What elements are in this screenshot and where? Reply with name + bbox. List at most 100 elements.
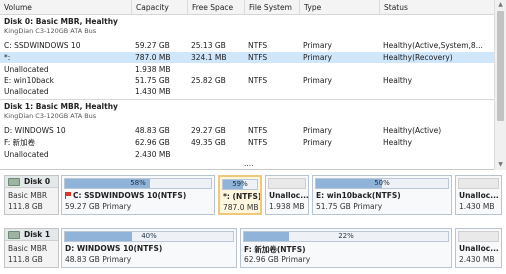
partition-d[interactable]: 40% D: WINDOWS 10(NTFS) 48.83 GB Primary — [61, 228, 237, 268]
free-space-cell: 29.27 GB — [191, 126, 226, 135]
file-system-cell: NTFS — [248, 41, 268, 50]
usage-bar — [458, 178, 499, 189]
column-header-volume[interactable]: Volume — [0, 0, 132, 15]
table-header: Volume Capacity Free Space File System T… — [0, 0, 494, 15]
partition-c[interactable]: 58% C: SSDWINDOWS 10(NTFS) 59.27 GB Prim… — [61, 175, 215, 215]
more-indicator: .... — [244, 159, 254, 168]
free-space-cell: 25.13 GB — [191, 41, 226, 50]
usage-percent: 59% — [232, 180, 248, 188]
partition-name: Unalloc... — [459, 191, 499, 200]
disk0-header-top: Disk 0 — [5, 176, 58, 188]
table-row-selected[interactable]: *: 787.0 MB 324.1 MB NTFS Primary Health… — [0, 52, 494, 63]
type-cell: Primary — [303, 126, 332, 135]
free-space-cell: 25.82 GB — [191, 76, 226, 85]
type-cell: Primary — [303, 53, 332, 62]
disk1-header-block[interactable]: Disk 1 Basic MBR 111.8 GB — [4, 228, 59, 268]
disk1-style: Basic MBR — [8, 244, 48, 253]
disk0-title[interactable]: Disk 0: Basic MBR, Healthy — [4, 17, 118, 26]
scrollbar-thumb[interactable] — [497, 11, 504, 121]
table-row[interactable]: D: WINDOWS 10 48.83 GB 29.27 GB NTFS Pri… — [0, 125, 494, 136]
partition-info: 787.0 MB — [223, 203, 259, 212]
table-row[interactable]: Unallocated 1.430 MB — [0, 86, 494, 97]
usage-bar: 59% — [222, 179, 258, 190]
table-row[interactable]: Unallocated 1.938 MB — [0, 64, 494, 75]
usage-percent: 58% — [130, 179, 146, 187]
usage-bar: 50% — [315, 178, 449, 189]
partition-label: C: SSDWINDOWS 10(NTFS) — [73, 191, 187, 200]
volume-cell: E: win10back — [4, 76, 54, 85]
disk1-header-top: Disk 1 — [5, 229, 58, 241]
disk1-title[interactable]: Disk 1: Basic MBR, Healthy — [4, 102, 118, 111]
disk1-map-row: Disk 1 Basic MBR 111.8 GB 40% D: WINDOWS… — [2, 226, 504, 270]
disk-icon — [8, 231, 20, 239]
scroll-down-icon[interactable]: ▼ — [495, 160, 506, 170]
volume-cell: C: SSDWINDOWS 10 — [4, 41, 81, 50]
partition-f[interactable]: 22% F: 新加卷(NTFS) 62.96 GB Primary — [240, 228, 452, 268]
volume-cell: *: — [4, 53, 11, 62]
disk0-subtitle: KingDian C3-120GB ATA Bus — [4, 27, 97, 35]
partition-unallocated[interactable]: Unalloc... 2.430 MB — [455, 228, 502, 268]
scroll-up-icon[interactable]: ▲ — [495, 0, 506, 10]
column-header-capacity[interactable]: Capacity — [132, 0, 188, 15]
partition-name: D: WINDOWS 10(NTFS) — [65, 244, 163, 253]
column-header-type[interactable]: Type — [300, 0, 380, 15]
capacity-cell: 62.96 GB — [135, 138, 170, 147]
partition-unallocated[interactable]: Unalloc... 1.938 MB — [265, 175, 309, 215]
table-row[interactable]: F: 新加卷 62.96 GB 49.35 GB NTFS Primary He… — [0, 137, 494, 148]
usage-bar: 58% — [64, 178, 212, 189]
status-cell: Healthy — [383, 76, 413, 85]
volume-cell: Unallocated — [4, 150, 49, 159]
type-cell: Primary — [303, 76, 332, 85]
usage-bar: 22% — [243, 231, 449, 242]
disk0-size: 111.8 GB — [8, 202, 43, 211]
table-row[interactable]: C: SSDWINDOWS 10 59.27 GB 25.13 GB NTFS … — [0, 40, 494, 51]
capacity-cell: 1.430 MB — [135, 87, 171, 96]
status-cell: Healthy(Active) — [383, 126, 442, 135]
file-system-cell: NTFS — [248, 53, 268, 62]
vertical-scrollbar[interactable]: ▲ ▼ — [494, 0, 506, 170]
partition-recovery-selected[interactable]: 59% *: (NTFS) 787.0 MB — [218, 175, 262, 215]
partition-info: 51.75 GB Primary — [316, 202, 383, 211]
disk1-size: 111.8 GB — [8, 255, 43, 264]
volume-cell: Unallocated — [4, 65, 49, 74]
partition-unallocated[interactable]: Unalloc... 1.430 MB — [455, 175, 502, 215]
capacity-cell: 51.75 GB — [135, 76, 170, 85]
usage-percent: 50% — [374, 179, 390, 187]
file-system-cell: NTFS — [248, 138, 268, 147]
free-space-cell: 49.35 GB — [191, 138, 226, 147]
status-cell: Healthy — [383, 138, 413, 147]
volume-cell: D: WINDOWS 10 — [4, 126, 66, 135]
disk-separator — [0, 99, 494, 100]
disk0-name: Disk 0 — [24, 177, 51, 186]
type-cell: Primary — [303, 41, 332, 50]
file-system-cell: NTFS — [248, 76, 268, 85]
usage-percent: 40% — [141, 232, 157, 240]
disk-icon — [8, 178, 20, 186]
usage-bar — [458, 231, 499, 242]
system-flag-icon — [65, 192, 71, 199]
table-row[interactable]: E: win10back 51.75 GB 25.82 GB NTFS Prim… — [0, 75, 494, 86]
file-system-cell: NTFS — [248, 126, 268, 135]
partition-info: 1.430 MB — [459, 202, 495, 211]
disk1-subtitle: KingDian C3-120GB ATA Bus — [4, 112, 97, 120]
column-header-file-system[interactable]: File System — [245, 0, 300, 15]
usage-bar — [268, 178, 306, 189]
partition-name: C: SSDWINDOWS 10(NTFS) — [65, 191, 186, 200]
partition-name: Unalloc... — [269, 191, 309, 200]
usage-bar: 40% — [64, 231, 234, 242]
column-header-status[interactable]: Status — [380, 0, 494, 15]
capacity-cell: 787.0 MB — [135, 53, 171, 62]
partition-info: 2.430 MB — [459, 255, 495, 264]
partition-name: E: win10back(NTFS) — [316, 191, 401, 200]
column-header-free-space[interactable]: Free Space — [188, 0, 245, 15]
disk-map: Disk 0 Basic MBR 111.8 GB 58% C: SSDWIND… — [0, 170, 506, 274]
partition-e[interactable]: 50% E: win10back(NTFS) 51.75 GB Primary — [312, 175, 452, 215]
capacity-cell: 2.430 MB — [135, 150, 171, 159]
type-cell: Primary — [303, 138, 332, 147]
partition-info: 48.83 GB Primary — [65, 255, 132, 264]
partition-name: Unalloc... — [459, 244, 499, 253]
disk0-map-row: Disk 0 Basic MBR 111.8 GB 58% C: SSDWIND… — [2, 173, 504, 217]
disk0-header-block[interactable]: Disk 0 Basic MBR 111.8 GB — [4, 175, 59, 215]
volume-cell: Unallocated — [4, 87, 49, 96]
partition-table: Volume Capacity Free Space File System T… — [0, 0, 506, 170]
